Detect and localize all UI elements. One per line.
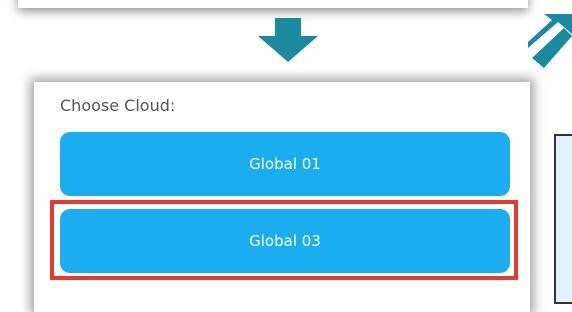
choose-cloud-label: Choose Cloud:	[60, 96, 176, 115]
arrow-down-icon	[258, 18, 318, 62]
side-callout-box	[554, 134, 572, 304]
global-01-button[interactable]: Global 01	[60, 132, 510, 196]
arrow-up-right-icon	[528, 14, 572, 68]
choose-cloud-panel: Choose Cloud: Global 01 Global 03	[34, 82, 530, 312]
previous-panel	[18, 0, 528, 8]
global-03-button[interactable]: Global 03	[60, 209, 510, 273]
